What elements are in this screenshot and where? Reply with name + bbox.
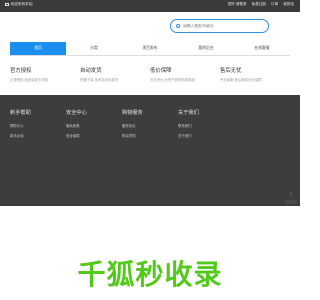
- footer-link[interactable]: 关于我们: [178, 133, 199, 138]
- brand-text: 千狐秒收录: [77, 259, 223, 290]
- footer-heading: 安全中心: [66, 110, 87, 116]
- tab-category[interactable]: 分类: [66, 42, 122, 55]
- footer-heading: 新手帮助: [10, 110, 31, 116]
- feature-desc: 正规授权,品质保证无风险: [10, 78, 49, 82]
- feature-item: 售后无忧 专业客服,售后维权无忧保障: [220, 66, 290, 90]
- back-to-top-button[interactable]: ⇧ 返回顶部: [283, 192, 299, 206]
- footer-column-about: 关于我们 联系我们 关于我们: [178, 109, 199, 142]
- feature-row: 官方授权 正规授权,品质保证无风险 自动发货 快速下单,技术自动化发货 低价保障…: [10, 66, 290, 90]
- footer-link[interactable]: 购买须知: [122, 133, 143, 138]
- home-icon: [5, 2, 9, 7]
- orders-link[interactable]: 订单: [271, 2, 278, 7]
- tab-home[interactable]: 首页: [10, 42, 66, 55]
- footer-link[interactable]: 服务协议: [122, 123, 143, 128]
- footer-heading: 购物服务: [122, 110, 143, 116]
- top-bar: 欢迎来到本站! 您好,请登录 免费注册 订单 我的站: [0, 0, 300, 12]
- tab-support[interactable]: 在线客服: [234, 42, 290, 55]
- back-to-top-label: 返回顶部: [284, 200, 297, 204]
- footer-link[interactable]: 隐私政策: [66, 123, 87, 128]
- footer-heading: 关于我们: [178, 110, 199, 116]
- footer-column-service: 购物服务 服务协议 购买须知: [122, 109, 143, 142]
- footer-column-help: 新手帮助 帮助中心 新手必读: [10, 109, 31, 142]
- welcome-text: 欢迎来到本站!: [10, 2, 34, 6]
- footer-link[interactable]: 新手必读: [10, 133, 31, 138]
- welcome-area: 欢迎来到本站!: [5, 2, 33, 7]
- my-site-link[interactable]: 我的站: [283, 2, 294, 7]
- feature-desc: 快速下单,技术自动化发货: [80, 78, 119, 82]
- feature-title: 自动发货: [80, 68, 102, 74]
- footer-column-security: 安全中心 隐私政策 安全保障: [66, 109, 87, 142]
- feature-item: 自动发货 快速下单,技术自动化发货: [80, 66, 150, 90]
- tab-my-backend[interactable]: 我的后台: [178, 42, 234, 55]
- search-box[interactable]: [170, 19, 269, 33]
- main-nav: 首页 分类 项目发布 我的后台 在线客服: [10, 42, 290, 56]
- feature-title: 低价保障: [150, 68, 172, 74]
- feature-title: 官方授权: [10, 68, 32, 74]
- top-links: 您好,请登录 免费注册 订单 我的站: [228, 2, 294, 7]
- feature-desc: 专业客服,售后维权无忧保障: [220, 78, 262, 82]
- login-link[interactable]: 您好,请登录: [228, 2, 247, 7]
- footer-link[interactable]: 联系我们: [178, 123, 199, 128]
- feature-desc: 天天低价,比低于其他同类商品: [150, 78, 196, 82]
- register-link[interactable]: 免费注册: [252, 2, 266, 7]
- brand-logo: 千狐秒收录: [0, 258, 300, 292]
- search-input[interactable]: [183, 24, 263, 28]
- feature-item: 官方授权 正规授权,品质保证无风险: [10, 66, 80, 90]
- tab-publish[interactable]: 项目发布: [122, 42, 178, 55]
- footer-link[interactable]: 安全保障: [66, 133, 87, 138]
- up-arrow-icon: ⇧: [288, 192, 294, 199]
- feature-title: 售后无忧: [220, 68, 242, 74]
- search-icon[interactable]: [176, 24, 180, 28]
- feature-item: 低价保障 天天低价,比低于其他同类商品: [150, 66, 220, 90]
- footer-link[interactable]: 帮助中心: [10, 123, 31, 128]
- footer: 新手帮助 帮助中心 新手必读 安全中心 隐私政策 安全保障 购物服务 服务协议 …: [0, 95, 300, 206]
